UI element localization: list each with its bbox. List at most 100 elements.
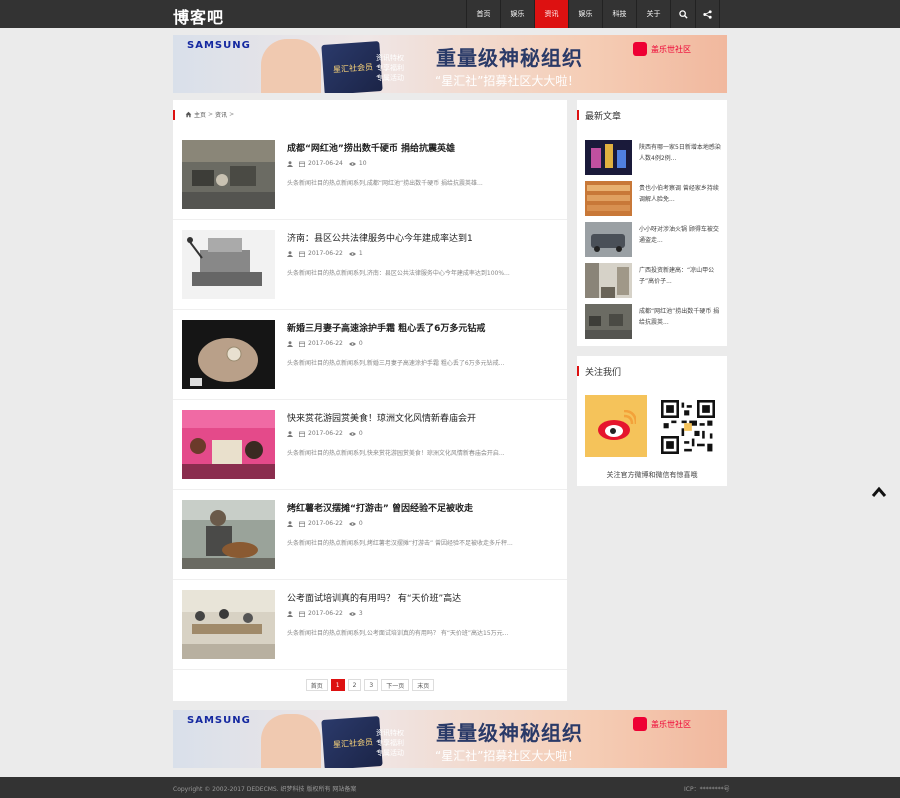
top-navbar: 博客吧 首页 娱乐 资讯 娱乐 科技 关于 [0, 0, 900, 28]
post-date: 2017-06-24 [308, 160, 343, 167]
post-date: 2017-06-22 [308, 250, 343, 257]
nav-item-entertainment-2[interactable]: 娱乐 [568, 0, 602, 28]
list-item[interactable]: 陕西有哪一家5日新增本地感染人数4例2例... [585, 140, 725, 175]
banner-brand: SAMSUNG [187, 715, 251, 726]
page-next[interactable]: 下一页 [381, 679, 410, 691]
post-title[interactable]: 烤红薯老汉摆摊“打游击” 曾因经验不足被收走 [287, 501, 473, 514]
post-date: 2017-06-22 [308, 520, 343, 527]
side-title[interactable]: 陕西有哪一家5日新增本地感染人数4例2例... [639, 142, 723, 166]
share-icon[interactable] [695, 0, 720, 28]
calendar-icon [299, 161, 305, 167]
post-title[interactable]: 成都“网红池”捞出数千硬币 捐给抗震英雄 [287, 141, 455, 154]
site-logo[interactable]: 博客吧 [173, 4, 224, 28]
post-views: 10 [358, 160, 367, 167]
nav-item-tech[interactable]: 科技 [602, 0, 636, 28]
eye-icon [348, 431, 356, 436]
bottom-banner-ad[interactable]: SAMSUNG 星汇社会员 资讯特权 专享福利 专属活动 重量级神秘组织 “星汇… [173, 710, 727, 768]
list-item: 烤红薯老汉摆摊“打游击” 曾因经验不足被收走 2017-06-22 0 头条新闻… [173, 490, 567, 580]
post-views: 0 [358, 340, 363, 347]
post-thumbnail[interactable] [182, 320, 275, 389]
post-views: 0 [358, 520, 363, 527]
side-title[interactable]: 成都“网红池”捞出数千硬币 捐给抗震英... [639, 306, 723, 330]
calendar-icon [299, 521, 305, 527]
list-item: 成都“网红池”捞出数千硬币 捐给抗震英雄 2017-06-24 10 头条新闻社… [173, 130, 567, 220]
author-icon [287, 250, 293, 257]
banner-card-label: 星汇社会员 [332, 62, 374, 75]
calendar-icon [299, 341, 305, 347]
post-date: 2017-06-22 [308, 340, 343, 347]
banner-card-image: 星汇社会员 [321, 716, 383, 768]
community-logo-icon [633, 717, 647, 731]
page-2[interactable]: 2 [347, 679, 362, 691]
community-logo-icon [633, 42, 647, 56]
banner-promo: 资讯特权 专享福利 专属活动 [376, 54, 404, 82]
side-title[interactable]: 小小呀对涉油火锅 顾得车被交通盗走... [639, 224, 723, 248]
post-date: 2017-06-22 [308, 610, 343, 617]
post-thumbnail[interactable] [182, 230, 275, 299]
post-thumbnail[interactable] [182, 140, 275, 209]
pagination: 首页 1 2 3 下一页 末页 [173, 679, 567, 691]
author-icon [287, 430, 293, 437]
post-title[interactable]: 公考面试培训真的有用吗？ 有“天价班”高达 [287, 591, 461, 604]
post-views: 0 [358, 430, 363, 437]
home-icon [185, 111, 192, 118]
calendar-icon [299, 611, 305, 617]
follow-us-widget: 关注我们 关注官方微博和微信有惊喜哦 [577, 356, 727, 486]
breadcrumb-marker [173, 110, 175, 120]
qr-code-image [661, 400, 715, 454]
post-title[interactable]: 快来赏花游园赏美食！琼洲文化风情新春庙会开 [287, 411, 476, 424]
side-thumbnail[interactable] [585, 304, 632, 339]
breadcrumb-home[interactable]: 主页 [194, 110, 206, 119]
author-icon [287, 160, 293, 167]
eye-icon [348, 251, 356, 256]
side-thumbnail[interactable] [585, 263, 632, 298]
icp-number[interactable]: ICP：********号 [684, 784, 730, 793]
eye-icon [348, 521, 356, 526]
breadcrumb-current[interactable]: 资讯 [215, 110, 227, 119]
post-meta: 2017-06-24 10 [287, 160, 367, 167]
back-to-top-icon[interactable] [871, 486, 887, 498]
list-item: 济南：县区公共法律服务中心今年建成率达到1 2017-06-22 1 头条新闻社… [173, 220, 567, 310]
page-3[interactable]: 3 [364, 679, 379, 691]
nav-item-about[interactable]: 关于 [636, 0, 670, 28]
calendar-icon [299, 251, 305, 257]
nav-item-news[interactable]: 资讯 [534, 0, 568, 28]
list-item[interactable]: 广西投资新建高：“凉山甲公子”高价子... [585, 263, 725, 298]
search-icon[interactable] [670, 0, 695, 28]
list-item: 新婚三月妻子高速涂护手霜 粗心丢了6万多元钻戒 2017-06-22 0 头条新… [173, 310, 567, 400]
list-item[interactable]: 贵也小伯考察调 曾经家乡持续调解人脸免... [585, 181, 725, 216]
page-last[interactable]: 末页 [412, 679, 435, 691]
side-thumbnail[interactable] [585, 140, 632, 175]
banner-community: 盖乐世社区 [633, 717, 717, 731]
main-nav: 首页 娱乐 资讯 娱乐 科技 关于 [466, 0, 720, 28]
author-icon [287, 520, 293, 527]
post-views: 3 [358, 610, 363, 617]
widget-marker [577, 366, 579, 376]
page-1[interactable]: 1 [330, 679, 345, 691]
latest-articles-widget: 最新文章 陕西有哪一家5日新增本地感染人数4例2例... 贵也小伯考察调 曾经家… [577, 100, 727, 346]
top-banner-ad[interactable]: SAMSUNG 星汇社会员 资讯特权 专享福利 专属活动 重量级神秘组织 “星汇… [173, 35, 727, 93]
eye-icon [348, 611, 356, 616]
side-title[interactable]: 广西投资新建高：“凉山甲公子”高价子... [639, 265, 723, 289]
list-item[interactable]: 小小呀对涉油火锅 顾得车被交通盗走... [585, 222, 725, 257]
side-thumbnail[interactable] [585, 222, 632, 257]
post-thumbnail[interactable] [182, 500, 275, 569]
post-summary: 头条新闻社目的热点新闻系列,烤红薯老汉摆摊“打游击” 曾因经验不足被收走多斤秤.… [287, 540, 513, 547]
post-thumbnail[interactable] [182, 590, 275, 659]
post-thumbnail[interactable] [182, 410, 275, 479]
nav-item-entertainment-1[interactable]: 娱乐 [500, 0, 534, 28]
banner-subline: “星汇社”招募社区大大啦！ [435, 74, 580, 88]
widget-marker [577, 110, 579, 120]
page-first[interactable]: 首页 [305, 679, 328, 691]
nav-item-home[interactable]: 首页 [466, 0, 500, 28]
side-thumbnail[interactable] [585, 181, 632, 216]
post-title[interactable]: 济南：县区公共法律服务中心今年建成率达到1 [287, 231, 473, 244]
follow-note: 关注官方微博和微信有惊喜哦 [606, 471, 698, 479]
post-meta: 2017-06-22 0 [287, 430, 363, 437]
weibo-icon[interactable] [585, 395, 647, 457]
list-item[interactable]: 成都“网红池”捞出数千硬币 捐给抗震英... [585, 304, 725, 339]
eye-icon [348, 341, 356, 346]
side-title[interactable]: 贵也小伯考察调 曾经家乡持续调解人脸免... [639, 183, 723, 207]
article-list: 主页 > 资讯 > 成都“网红池”捞出数千硬币 捐给抗震英雄 2017-06-2… [173, 100, 567, 701]
post-title[interactable]: 新婚三月妻子高速涂护手霜 粗心丢了6万多元钻戒 [287, 321, 485, 334]
